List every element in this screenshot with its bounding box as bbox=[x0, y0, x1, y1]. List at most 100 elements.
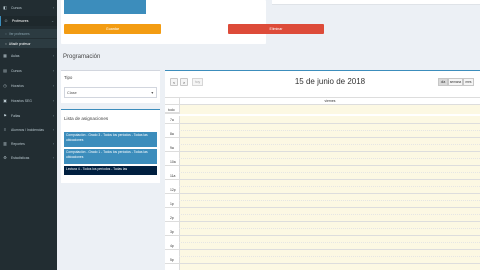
assignment-item[interactable]: Lectura 4 - Todos los períodos - Todas l… bbox=[64, 166, 157, 175]
type-select-value: Clase bbox=[67, 90, 77, 95]
sidebar-item-label: Aulas bbox=[11, 54, 20, 58]
chevron-left-icon: < bbox=[172, 79, 176, 85]
chevron-left-icon: ‹ bbox=[52, 99, 54, 103]
assignment-item[interactable]: Computación - Grado 3 - Todos los períod… bbox=[64, 132, 157, 147]
all-day-cell[interactable] bbox=[179, 105, 480, 114]
time-slot-line bbox=[165, 123, 480, 124]
chevron-down-icon: ▼ bbox=[150, 91, 154, 95]
sidebar-item[interactable]: ≡ Alumnos / Incidencias ‹ bbox=[0, 125, 57, 135]
time-slot-line bbox=[179, 214, 480, 215]
time-label: 11a bbox=[170, 174, 176, 178]
users-icon: ☺ bbox=[4, 18, 9, 23]
time-label: 2p bbox=[170, 216, 174, 220]
calendar-title: 15 de junio de 2018 bbox=[294, 77, 366, 86]
time-slot-line bbox=[165, 221, 480, 222]
form-header-strip bbox=[64, 0, 146, 14]
time-slot-line bbox=[179, 130, 480, 131]
time-slot-line bbox=[179, 144, 480, 145]
sidebar-item[interactable]: ⚙ Estadísticas ‹ bbox=[0, 153, 57, 163]
day-header: viernes bbox=[179, 98, 480, 105]
time-slot-line bbox=[165, 193, 480, 194]
chevron-left-icon: ‹ bbox=[52, 128, 54, 132]
calendar: < > hoy 15 de junio de 2018 día semana m… bbox=[165, 70, 480, 270]
assignments-title: Lista de asignaciones bbox=[64, 116, 109, 121]
clock-icon: ◷ bbox=[3, 83, 7, 88]
sidebar-item[interactable]: ▣ Horarios SEG ‹ bbox=[0, 96, 57, 106]
sidebar-item[interactable]: ⚑ Faltas ‹ bbox=[0, 111, 57, 121]
time-slot-line bbox=[165, 137, 480, 138]
sidebar-subitem[interactable]: ○ Añadir profesor bbox=[0, 39, 57, 48]
book-icon: ▤ bbox=[3, 68, 7, 73]
dashboard-icon: ◧ bbox=[3, 5, 7, 10]
sidebar-item[interactable]: ☺ Profesores ⌄ bbox=[0, 16, 57, 26]
sidebar-item[interactable]: ◷ Horarios ‹ bbox=[0, 81, 57, 91]
sidebar-item-label: Reportes bbox=[11, 142, 25, 146]
sidebar-item-label: Alumnos / Incidencias bbox=[11, 128, 44, 132]
sidebar-item-label: Profesores bbox=[12, 19, 29, 23]
chevron-left-icon: ‹ bbox=[52, 84, 54, 88]
type-box: Tipo Clase ▼ bbox=[61, 70, 160, 103]
chevron-left-icon: ‹ bbox=[52, 142, 54, 146]
sidebar-item[interactable]: ◧ Cursos ‹ bbox=[0, 3, 57, 13]
flag-icon: ⚑ bbox=[3, 113, 7, 118]
sidebar-item[interactable]: ▤ Cursos ‹ bbox=[0, 66, 57, 76]
sidebar-subitem[interactable]: ○ Ver profesores bbox=[0, 29, 57, 38]
sidebar: ◧ Cursos ‹ ☺ Profesores ⌄ ▦ Aulas ‹ ▤ Cursos ‹ ◷ Hora… bbox=[0, 0, 57, 270]
sidebar-item-label: Horarios bbox=[11, 84, 24, 88]
assignments-box: Lista de asignaciones Computación - Grad… bbox=[61, 109, 160, 183]
type-label: Tipo bbox=[64, 75, 73, 80]
time-slot-line bbox=[165, 151, 480, 152]
chevron-left-icon: ‹ bbox=[52, 54, 54, 58]
all-day-row: todo bbox=[165, 105, 480, 114]
assignment-item[interactable]: Computación - Grado 1 - Todos los períod… bbox=[64, 149, 157, 164]
time-label: 8a bbox=[170, 132, 174, 136]
time-slot-line bbox=[165, 165, 480, 166]
side-panel bbox=[272, 0, 480, 5]
chevron-left-icon: ‹ bbox=[52, 156, 54, 160]
time-label: 7a bbox=[170, 118, 174, 122]
time-slot-line bbox=[179, 256, 480, 257]
time-slot-line bbox=[179, 228, 480, 229]
view-week-button[interactable]: semana bbox=[448, 78, 463, 86]
circle-icon: ○ bbox=[5, 41, 7, 46]
time-slot-line bbox=[179, 172, 480, 173]
circle-icon: ○ bbox=[5, 31, 7, 36]
calendar-icon: ▣ bbox=[3, 98, 7, 103]
chevron-down-icon: ⌄ bbox=[51, 19, 54, 23]
settings-icon: ⚙ bbox=[3, 155, 7, 160]
sidebar-item-label: Cursos bbox=[11, 6, 22, 10]
calendar-header: viernes bbox=[165, 97, 480, 105]
time-slot-line bbox=[179, 158, 480, 159]
section-title: Programación bbox=[63, 54, 101, 60]
prev-button[interactable]: < bbox=[170, 78, 178, 86]
time-slot-line bbox=[165, 263, 480, 264]
time-slot-line bbox=[165, 235, 480, 236]
today-button[interactable]: hoy bbox=[192, 78, 203, 86]
type-select[interactable]: Clase ▼ bbox=[64, 87, 157, 98]
sidebar-subitem-label: Ver profesores bbox=[8, 31, 30, 36]
save-button[interactable]: Guardar bbox=[64, 24, 161, 34]
chevron-left-icon: ‹ bbox=[52, 114, 54, 118]
all-day-label: todo bbox=[168, 108, 175, 112]
sidebar-item-label: Horarios SEG bbox=[11, 99, 32, 103]
chevron-left-icon: ‹ bbox=[52, 69, 54, 73]
sidebar-item-label: Faltas bbox=[11, 114, 21, 118]
time-label: 4p bbox=[170, 244, 174, 248]
sidebar-item[interactable]: ▥ Reportes ‹ bbox=[0, 139, 57, 149]
view-month-button[interactable]: mes bbox=[463, 78, 474, 86]
time-slot-line bbox=[165, 249, 480, 250]
next-button[interactable]: > bbox=[180, 78, 188, 86]
view-day-button[interactable]: día bbox=[438, 78, 448, 86]
time-slot-line bbox=[179, 242, 480, 243]
sidebar-item[interactable]: ▦ Aulas ‹ bbox=[0, 51, 57, 61]
time-label: 3p bbox=[170, 230, 174, 234]
chevron-left-icon: ‹ bbox=[52, 6, 54, 10]
chevron-right-icon: > bbox=[182, 79, 186, 85]
time-label: 1p bbox=[170, 202, 174, 206]
time-slot-line bbox=[179, 186, 480, 187]
sidebar-subitem-label: Añadir profesor bbox=[8, 41, 31, 46]
list-icon: ≡ bbox=[3, 127, 7, 132]
form-box: Guardar Eliminar bbox=[61, 0, 324, 44]
delete-button[interactable]: Eliminar bbox=[228, 24, 324, 34]
time-label: 12p bbox=[170, 188, 176, 192]
